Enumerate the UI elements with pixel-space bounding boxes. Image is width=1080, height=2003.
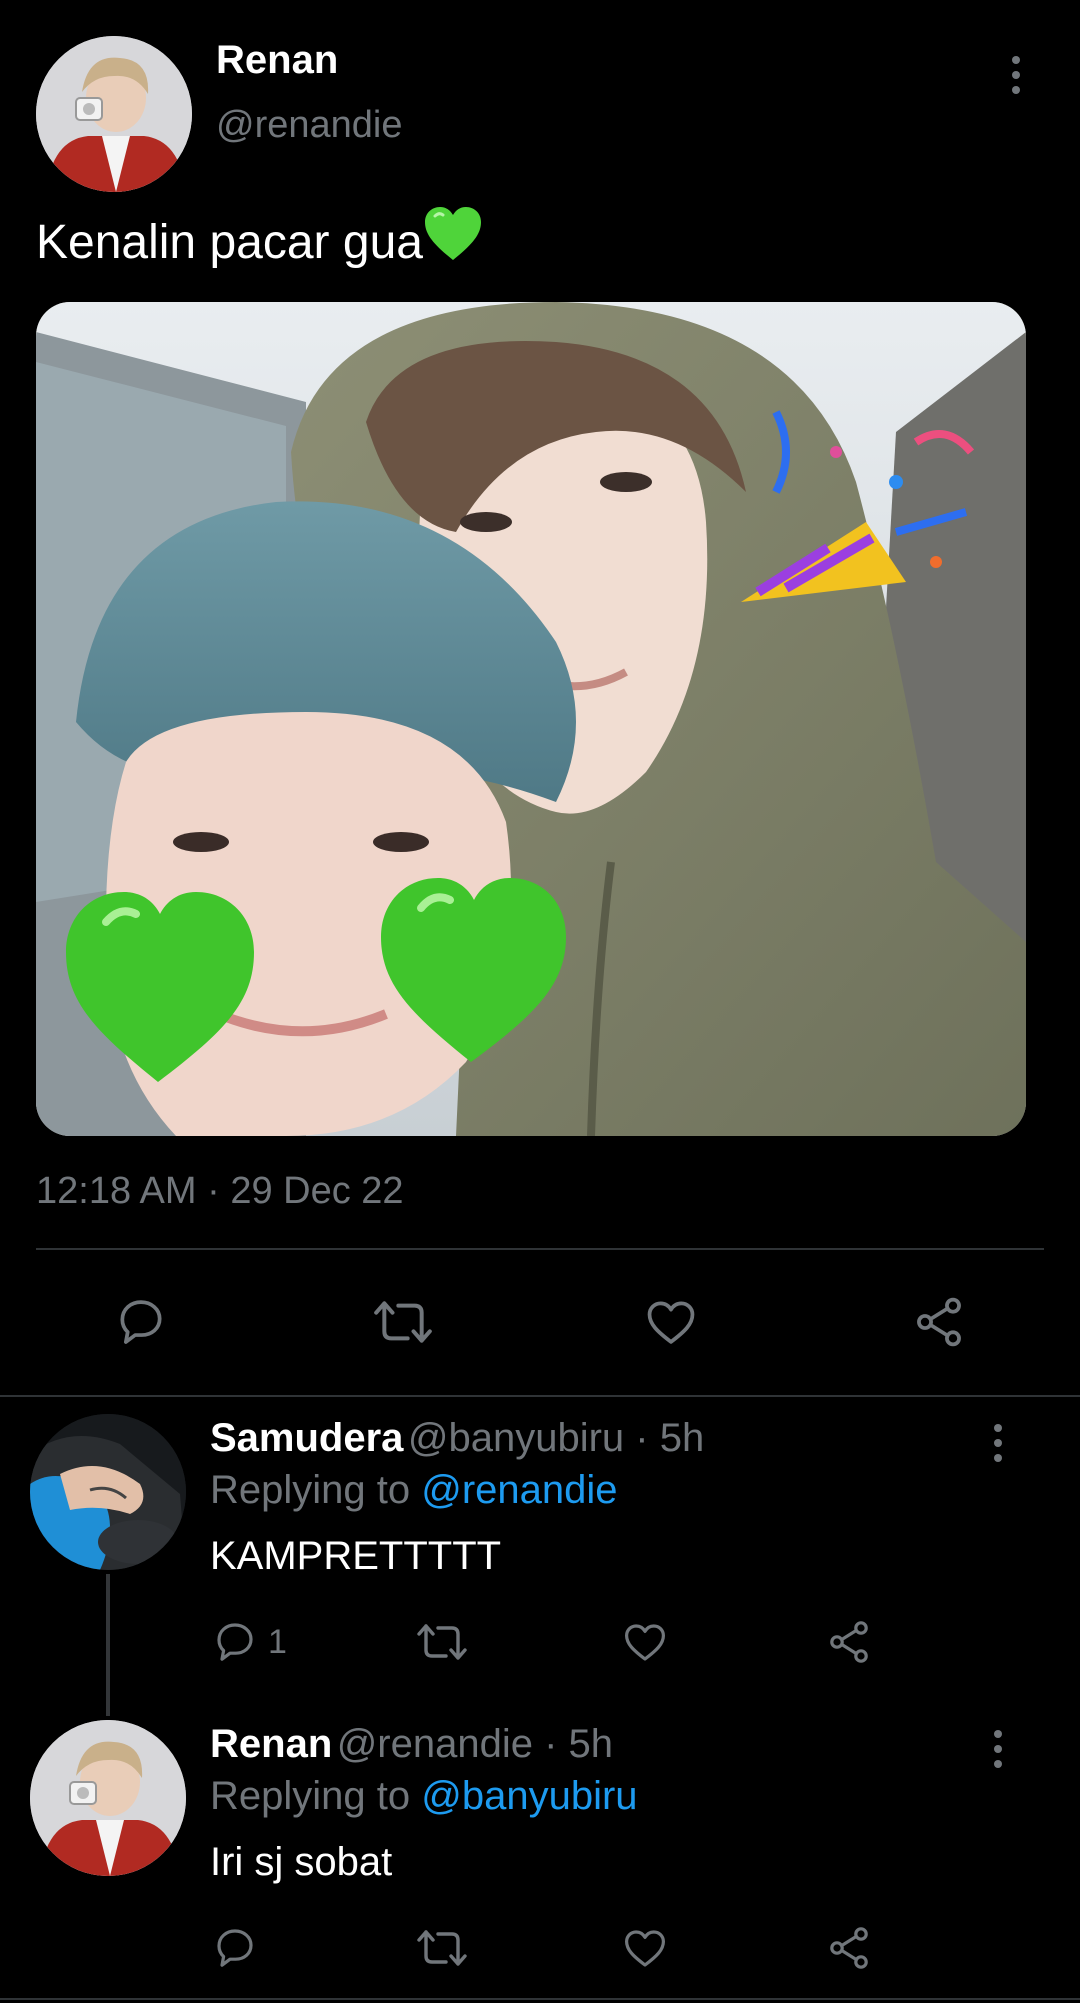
- more-vertical-icon[interactable]: [1006, 56, 1026, 94]
- tweet-text: Kenalin pacar gua: [36, 206, 483, 274]
- divider: [36, 1248, 1044, 1250]
- reply-author-meta[interactable]: @banyubiru · 5h: [408, 1416, 704, 1460]
- mention-link[interactable]: @renandie: [421, 1468, 617, 1512]
- share-icon: [830, 1621, 868, 1663]
- reply-icon: [217, 1929, 253, 1967]
- retweet-icon: [374, 1301, 432, 1343]
- retweet-button[interactable]: [414, 1618, 470, 1666]
- reply-author-name[interactable]: Renan: [210, 1722, 332, 1766]
- retweet-icon: [417, 1930, 467, 1966]
- share-button[interactable]: [824, 1618, 874, 1666]
- author-avatar[interactable]: [36, 36, 192, 192]
- reply-icon: [217, 1623, 253, 1661]
- reply-avatar[interactable]: [30, 1720, 186, 1876]
- reply-author-name[interactable]: Samudera: [210, 1416, 403, 1460]
- replying-to-label: Replying to: [210, 1774, 411, 1818]
- divider: [0, 1998, 1080, 2000]
- green-heart-emoji-icon: [423, 206, 483, 274]
- more-vertical-icon[interactable]: [988, 1424, 1008, 1462]
- like-button[interactable]: [620, 1618, 670, 1666]
- tweet-photo[interactable]: [36, 302, 1026, 1136]
- reply-button[interactable]: [112, 1294, 170, 1350]
- share-icon: [917, 1297, 961, 1347]
- heart-icon: [625, 1930, 665, 1967]
- heart-icon: [647, 1301, 695, 1344]
- replying-to-label: Replying to: [210, 1468, 411, 1512]
- mention-link[interactable]: @banyubiru: [421, 1774, 637, 1818]
- retweet-button[interactable]: [414, 1924, 470, 1972]
- reply-count: 1: [268, 1622, 287, 1661]
- reply-header: Renan @renandie · 5h: [210, 1722, 613, 1767]
- reply-avatar[interactable]: [30, 1414, 186, 1570]
- reply-header: Samudera @banyubiru · 5h: [210, 1416, 704, 1461]
- reply-text: Iri sj sobat: [210, 1840, 393, 1884]
- replying-to: Replying to @renandie: [210, 1468, 618, 1513]
- share-button[interactable]: [910, 1294, 968, 1350]
- reply-text: KAMPRETTTTT: [210, 1534, 502, 1578]
- reply-button[interactable]: 1: [210, 1618, 287, 1666]
- retweet-button[interactable]: [370, 1294, 436, 1350]
- share-icon: [830, 1927, 868, 1969]
- author-handle[interactable]: @renandie: [216, 104, 402, 147]
- heart-icon: [625, 1624, 665, 1661]
- reply-author-meta[interactable]: @renandie · 5h: [337, 1722, 613, 1766]
- divider: [0, 1395, 1080, 1397]
- tweet-timestamp[interactable]: 12:18 AM · 29 Dec 22: [36, 1170, 404, 1213]
- retweet-icon: [417, 1624, 467, 1660]
- more-vertical-icon[interactable]: [988, 1730, 1008, 1768]
- reply-button[interactable]: [210, 1924, 260, 1972]
- replying-to: Replying to @banyubiru: [210, 1774, 638, 1819]
- like-button[interactable]: [642, 1294, 700, 1350]
- author-name[interactable]: Renan: [216, 38, 338, 83]
- like-button[interactable]: [620, 1924, 670, 1972]
- share-button[interactable]: [824, 1924, 874, 1972]
- reply-icon: [120, 1300, 162, 1344]
- tweet-text-content: Kenalin pacar gua: [36, 216, 423, 269]
- thread-line: [106, 1574, 110, 1716]
